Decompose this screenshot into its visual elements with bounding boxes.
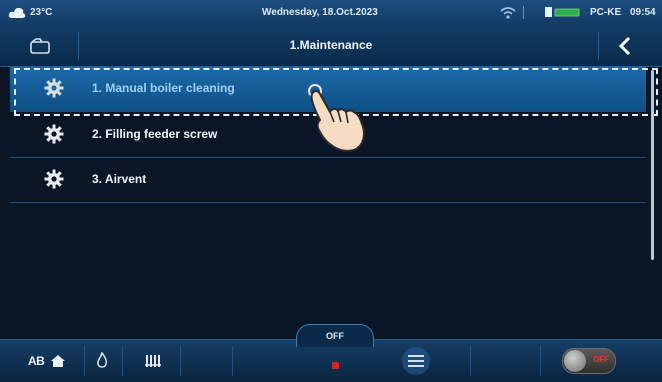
bottom-divider — [122, 346, 123, 376]
radiator-icon[interactable] — [144, 353, 162, 369]
toggle-label: OFF — [593, 355, 609, 364]
bottom-divider — [470, 346, 471, 376]
pointing-hand-icon — [308, 84, 365, 152]
bottom-divider — [84, 346, 85, 376]
status-bar: 23°C Wednesday, 18.Oct.2023 PC-KE 09:54 — [0, 0, 662, 26]
scrollbar[interactable] — [651, 70, 654, 260]
date-readout: Wednesday, 18.Oct.2023 — [262, 7, 378, 18]
page-title: 1.Maintenance — [289, 38, 373, 52]
flame-icon[interactable] — [96, 352, 108, 370]
stop-indicator — [332, 362, 339, 369]
state-tab: OFF — [296, 324, 374, 347]
temperature-readout: 23°C — [30, 7, 53, 18]
screen-header: 1.Maintenance — [0, 26, 662, 67]
gear-icon — [44, 169, 64, 189]
gear-icon — [44, 124, 64, 144]
chevron-left-icon — [618, 36, 631, 56]
header-divider — [598, 32, 599, 60]
house-icon — [51, 355, 65, 367]
power-toggle[interactable]: OFF — [562, 348, 616, 374]
toggle-knob — [564, 350, 586, 372]
menu-item-airvent[interactable]: 3. Airvent — [10, 158, 646, 203]
mode-label: AB — [28, 354, 45, 368]
menu-item-label: 3. Airvent — [92, 172, 147, 186]
menu-button[interactable] — [400, 346, 432, 376]
bottom-divider — [232, 346, 233, 376]
back-button[interactable] — [604, 26, 648, 66]
signal-icon — [545, 7, 580, 17]
bottom-divider — [180, 346, 181, 376]
mode-button[interactable]: AB — [24, 350, 74, 372]
wifi-icon — [500, 7, 516, 19]
controller-label: PC-KE — [590, 7, 622, 18]
menu-item-label: 2. Filling feeder screw — [92, 127, 218, 141]
cloud-icon — [8, 7, 26, 18]
bottom-divider — [540, 346, 541, 376]
status-divider — [523, 6, 524, 19]
clock-readout: 09:54 — [630, 7, 656, 18]
